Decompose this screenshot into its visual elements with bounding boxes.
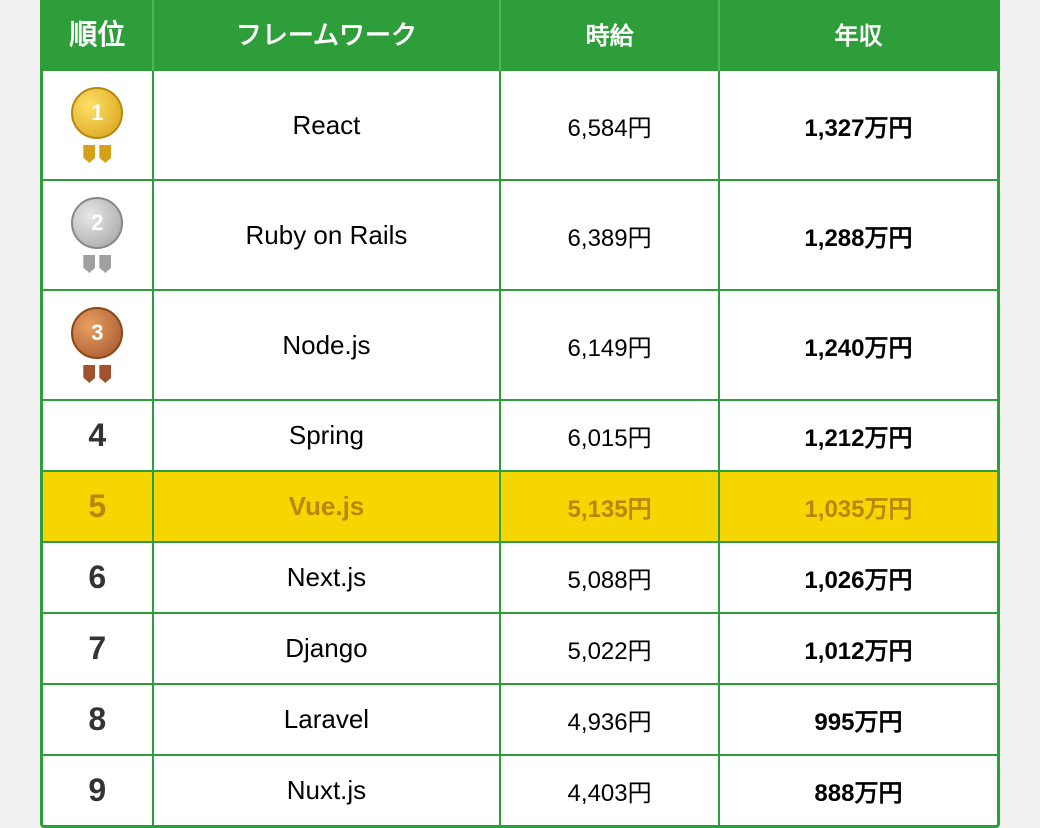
rank-number: 4 — [88, 417, 106, 453]
table-row: 9 Nuxt.js4,403円888万円 — [43, 755, 997, 825]
hourly-rate: 6,149円 — [500, 290, 719, 400]
hourly-rate: 6,015円 — [500, 400, 719, 471]
rank-number: 9 — [88, 772, 106, 808]
ranking-table-container: 順位 フレームワーク 時給 年収 1 React6,584円1,327万円 2 Rub… — [40, 0, 1000, 828]
framework-name: React — [153, 71, 501, 180]
framework-name: Laravel — [153, 684, 501, 755]
header-annual: 年収 — [719, 0, 997, 71]
hourly-rate: 5,022円 — [500, 613, 719, 684]
rank-cell: 5 — [43, 471, 153, 542]
table-header-row: 順位 フレームワーク 時給 年収 — [43, 0, 997, 71]
annual-salary: 1,240万円 — [719, 290, 997, 400]
medal-silver: 2 — [53, 197, 142, 273]
medal-ribbon — [83, 365, 111, 383]
medal-ribbon — [83, 145, 111, 163]
annual-salary: 1,035万円 — [719, 471, 997, 542]
ribbon-left — [83, 255, 95, 273]
framework-name: Nuxt.js — [153, 755, 501, 825]
rank-number: 6 — [88, 559, 106, 595]
table-row: 3 Node.js6,149円1,240万円 — [43, 290, 997, 400]
rank-cell: 3 — [43, 290, 153, 400]
ranking-table: 順位 フレームワーク 時給 年収 1 React6,584円1,327万円 2 Rub… — [43, 0, 997, 825]
header-rank: 順位 — [43, 0, 153, 71]
medal-circle: 3 — [71, 307, 123, 359]
rank-cell: 8 — [43, 684, 153, 755]
framework-name: Django — [153, 613, 501, 684]
rank-cell: 4 — [43, 400, 153, 471]
ribbon-left — [83, 145, 95, 163]
annual-salary: 1,026万円 — [719, 542, 997, 613]
rank-cell: 6 — [43, 542, 153, 613]
ribbon-right — [99, 145, 111, 163]
annual-salary: 1,212万円 — [719, 400, 997, 471]
table-row: 6 Next.js5,088円1,026万円 — [43, 542, 997, 613]
rank-number: 8 — [88, 701, 106, 737]
rank-cell: 7 — [43, 613, 153, 684]
table-row: 2 Ruby on Rails6,389円1,288万円 — [43, 180, 997, 290]
hourly-rate: 6,584円 — [500, 71, 719, 180]
hourly-rate: 5,135円 — [500, 471, 719, 542]
hourly-rate: 4,936円 — [500, 684, 719, 755]
hourly-rate: 5,088円 — [500, 542, 719, 613]
medal-circle: 2 — [71, 197, 123, 249]
ribbon-right — [99, 255, 111, 273]
rank-cell: 2 — [43, 180, 153, 290]
annual-salary: 1,288万円 — [719, 180, 997, 290]
table-row: 1 React6,584円1,327万円 — [43, 71, 997, 180]
rank-cell: 1 — [43, 71, 153, 180]
table-row: 5 Vue.js5,135円1,035万円 — [43, 471, 997, 542]
framework-name: Spring — [153, 400, 501, 471]
medal-gold: 1 — [53, 87, 142, 163]
header-hourly: 時給 — [500, 0, 719, 71]
rank-number: 7 — [88, 630, 106, 666]
annual-salary: 1,012万円 — [719, 613, 997, 684]
framework-name: Node.js — [153, 290, 501, 400]
framework-name: Ruby on Rails — [153, 180, 501, 290]
hourly-rate: 6,389円 — [500, 180, 719, 290]
framework-name: Next.js — [153, 542, 501, 613]
medal-ribbon — [83, 255, 111, 273]
framework-name: Vue.js — [153, 471, 501, 542]
table-row: 4 Spring6,015円1,212万円 — [43, 400, 997, 471]
annual-salary: 1,327万円 — [719, 71, 997, 180]
medal-circle: 1 — [71, 87, 123, 139]
table-row: 8 Laravel4,936円995万円 — [43, 684, 997, 755]
annual-salary: 995万円 — [719, 684, 997, 755]
header-framework: フレームワーク — [153, 0, 501, 71]
rank-number: 5 — [88, 488, 106, 524]
annual-salary: 888万円 — [719, 755, 997, 825]
ribbon-left — [83, 365, 95, 383]
medal-bronze: 3 — [53, 307, 142, 383]
rank-cell: 9 — [43, 755, 153, 825]
hourly-rate: 4,403円 — [500, 755, 719, 825]
table-row: 7 Django5,022円1,012万円 — [43, 613, 997, 684]
ribbon-right — [99, 365, 111, 383]
